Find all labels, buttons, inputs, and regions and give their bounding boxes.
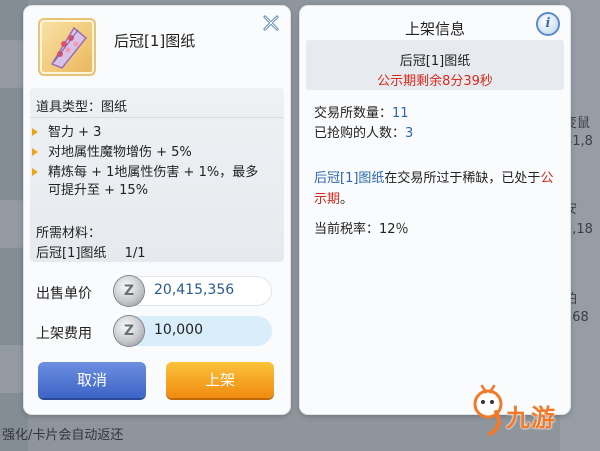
cancel-button[interactable]: 取消: [38, 362, 146, 398]
zeny-coin-icon: Z: [114, 276, 144, 306]
listing-dialog: 后冠[1]图纸 道具类型：图纸 智力 + 3 对地属性魔物增伤 + 5% 精炼每…: [24, 6, 290, 414]
trade-count-value: 11: [392, 106, 409, 121]
info-item-name: 后冠[1]图纸: [399, 54, 471, 69]
watermark-text: 九游: [506, 404, 556, 432]
stat-line: 对地属性魔物增伤 + 5%: [32, 144, 270, 162]
scarcity-end: 。: [340, 192, 354, 207]
item-name: 后冠[1]图纸: [114, 32, 196, 50]
item-blueprint-icon: [38, 18, 96, 76]
unit-price-value: 20,415,356: [154, 282, 235, 298]
grabbed-count-label: 已抢购的人数：: [314, 126, 406, 141]
tax-rate-line: 当前税率：12％: [314, 218, 409, 237]
listing-fee-label: 上架费用: [36, 326, 92, 342]
listing-info-dialog: 上架信息 i 后冠[1]图纸 公示期剩余8分39秒 交易所数量：11 已抢购的人…: [300, 6, 570, 414]
trade-count-label: 交易所数量：: [314, 106, 393, 121]
scarcity-notice: 后冠[1]图纸在交易所过于稀缺，已处于公示期。: [314, 168, 558, 210]
materials-item-count: 1/1: [124, 246, 146, 261]
trade-count-line: 交易所数量：11: [314, 102, 409, 121]
grabbed-count-line: 已抢购的人数：3: [314, 122, 413, 141]
info-icon[interactable]: i: [536, 12, 560, 36]
close-icon[interactable]: [262, 14, 280, 32]
grabbed-count-value: 3: [405, 126, 414, 141]
watermark-logo: 九游: [470, 380, 600, 440]
materials-title: 所需材料：: [36, 226, 102, 241]
tax-rate-label: 当前税率：: [314, 222, 380, 237]
materials-item: 后冠[1]图纸 1/1: [36, 242, 145, 261]
stat-line: 智力 + 3: [32, 124, 270, 142]
zeny-coin-icon: Z: [114, 316, 144, 346]
item-type: 道具类型：图纸: [36, 100, 128, 115]
listing-fee-value: 10,000: [154, 322, 203, 338]
divider: [30, 117, 284, 118]
publicity-countdown: 公示期剩余8分39秒: [377, 74, 493, 89]
stat-line: 精炼每 + 1地属性伤害 + 1%，最多可提升至 + 15%: [32, 164, 270, 200]
scarcity-item-link[interactable]: 后冠[1]图纸: [314, 171, 384, 186]
listing-fee-field: Z 10,000: [114, 316, 272, 346]
tax-rate-value: 12％: [379, 222, 409, 237]
scarcity-text: 在交易所过于稀缺，已处于: [384, 171, 541, 186]
materials-item-name: 后冠[1]图纸: [36, 246, 107, 261]
dialog-title: 上架信息: [404, 20, 465, 38]
unit-price-label: 出售单价: [36, 286, 92, 302]
list-item-button[interactable]: 上架: [166, 362, 274, 398]
unit-price-field[interactable]: Z 20,415,356: [114, 276, 272, 306]
